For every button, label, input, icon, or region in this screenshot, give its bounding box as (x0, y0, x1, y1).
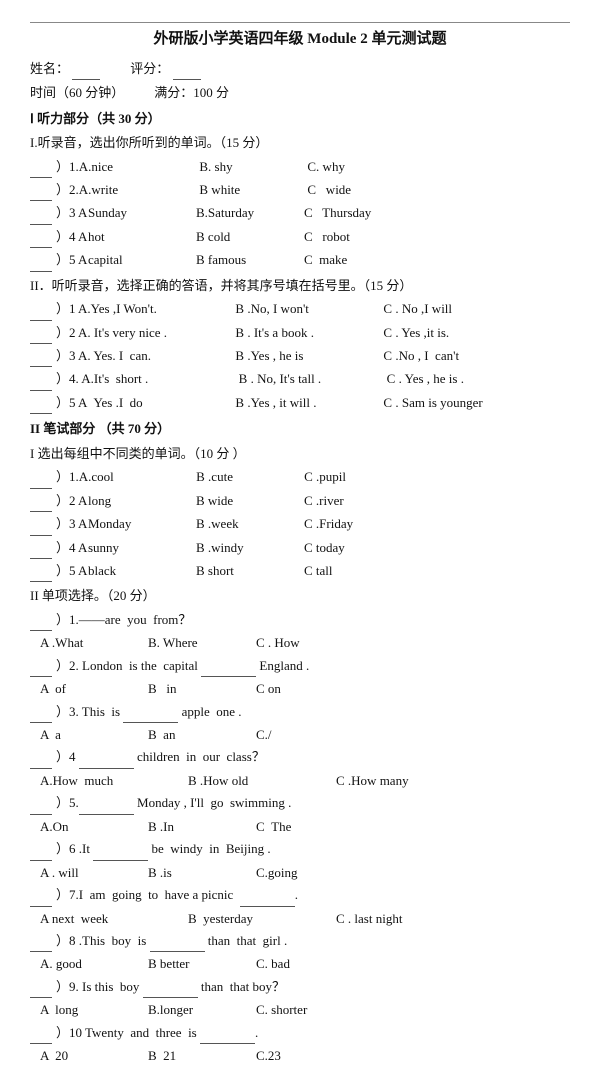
part1-sec2-header: II．听听录音，选择正确的答语，并将其序号填在括号里。（15 分） (30, 275, 570, 296)
list-item: ）3 A . Yes. I can. B .Yes , he is C .No … (30, 345, 570, 367)
part2-sec1-header: I 选出每组中不同类的单词。（10 分 ） (30, 443, 570, 464)
page-title: 外研版小学英语四年级 Module 2 单元测试题 (30, 27, 570, 52)
part1-header: Ⅰ 听力部分（共 30 分） (30, 108, 570, 129)
list-item: ）2. London is the capital England . A of… (30, 655, 570, 700)
list-item: ）1.A .cool B .cute C .pupil (30, 466, 570, 488)
part2-sec2-items: ）1.——are you from？ A .What B. Where C . … (30, 609, 570, 1067)
list-item: ）4 A sunny B .windy C today (30, 537, 570, 559)
list-item: ）8 .This boy is than that girl . A. good… (30, 930, 570, 975)
list-item: ）1 A .Yes ,I Won't. B .No, I won't C . N… (30, 298, 570, 320)
list-item: ）4. A .It's short . B . No, It's tall . … (30, 368, 570, 390)
name-blank (72, 58, 100, 80)
list-item: ）3. This is apple one . A a B an C./ (30, 701, 570, 746)
list-item: ）1.A. nice B. shy C. why (30, 156, 570, 178)
list-item: ）3 A Monday B .week C .Friday (30, 513, 570, 535)
list-item: ）5 A Yes .I do B .Yes , it will . C . Sa… (30, 392, 570, 414)
list-item: ）10 Twenty and three is . A 20 B 21 C.23 (30, 1022, 570, 1067)
part1-sec1-header: I.听录音，选出你所听到的单词。（15 分） (30, 132, 570, 153)
list-item: ）5 A black B short C tall (30, 560, 570, 582)
part2-sec2-header: II 单项选择。（20 分） (30, 585, 570, 606)
list-item: ）5. Monday , I'll go swimming . A.On B .… (30, 792, 570, 837)
list-item: ）2 A long B wide C .river (30, 490, 570, 512)
score-blank (173, 58, 201, 80)
list-item: ）3 A Sunday B.Saturday C Thursday (30, 202, 570, 224)
part2-header: II 笔试部分 （共 70 分） (30, 418, 570, 439)
part1-sec2-items: ）1 A .Yes ,I Won't. B .No, I won't C . N… (30, 298, 570, 414)
list-item: ）4 children in our class？ A.How much B .… (30, 746, 570, 791)
score-label: 评分： (130, 58, 200, 80)
name-label: 姓名： (30, 58, 100, 80)
list-item: ）1.——are you from？ A .What B. Where C . … (30, 609, 570, 654)
list-item: ）2.A. write B white C wide (30, 179, 570, 201)
list-item: ）5 A capital B famous C make (30, 249, 570, 271)
info-line-2: 时间（60 分钟） 满分：100 分 (30, 82, 570, 103)
list-item: ）2 A . It's very nice . B . It's a book … (30, 322, 570, 344)
list-item: ）7.I am going to have a picnic . A next … (30, 884, 570, 929)
part1-sec1-items: ）1.A. nice B. shy C. why ）2.A. write B w… (30, 156, 570, 272)
list-item: ）9. Is this boy than that boy？ A long B.… (30, 976, 570, 1021)
part2-sec1-items: ）1.A .cool B .cute C .pupil ）2 A long B … (30, 466, 570, 582)
info-line-1: 姓名： 评分： (30, 58, 570, 80)
list-item: ）4 A hot B cold C robot (30, 226, 570, 248)
